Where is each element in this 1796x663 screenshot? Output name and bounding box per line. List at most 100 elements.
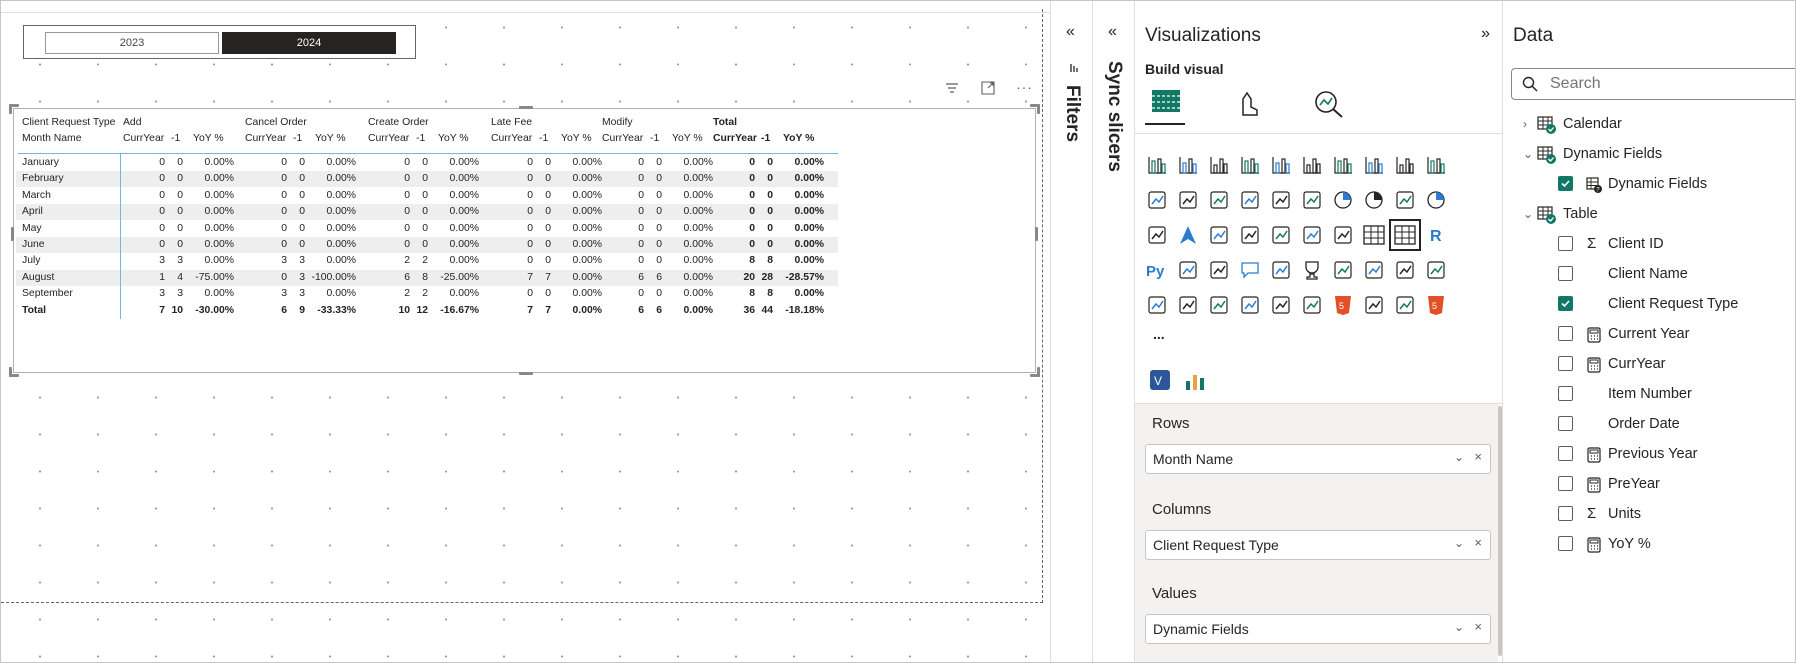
remove-field-icon[interactable]: × [1474, 449, 1482, 464]
pie-visual-icon[interactable] [1329, 186, 1357, 214]
rows-well[interactable]: Month Name ⌄ × [1145, 444, 1491, 474]
chevron-down-icon[interactable]: ⌄ [1523, 141, 1533, 167]
treemap-visual-icon[interactable] [1391, 186, 1419, 214]
stacked-bar-visual-icon[interactable] [1143, 151, 1171, 179]
collapse-filters-icon[interactable]: « [1066, 23, 1075, 41]
field-checkbox[interactable] [1558, 236, 1573, 251]
field-client-id[interactable]: Σ Client ID [1558, 231, 1788, 257]
html5-visual-icon[interactable]: 5 [1422, 291, 1450, 319]
analytics-icon[interactable] [1313, 89, 1345, 124]
chevron-down-icon[interactable]: ⌄ [1454, 620, 1464, 634]
resize-handle[interactable] [1035, 227, 1038, 241]
field-preyear[interactable]: PreYear [1558, 471, 1788, 497]
values-well[interactable]: Dynamic Fields ⌄ × [1145, 614, 1491, 644]
field-checkbox[interactable] [1558, 296, 1573, 311]
100-column-visual-icon[interactable] [1298, 151, 1326, 179]
gauge-visual-icon[interactable] [1205, 221, 1233, 249]
remove-field-icon[interactable]: × [1474, 535, 1482, 550]
field-checkbox[interactable] [1558, 446, 1573, 461]
chevron-down-icon[interactable]: ⌄ [1454, 536, 1464, 550]
area-visual-icon[interactable] [1360, 151, 1388, 179]
field-dynamic-fields[interactable]: ? Dynamic Fields [1558, 171, 1788, 197]
field-units[interactable]: Σ Units [1558, 501, 1788, 527]
field-yoy-[interactable]: YoY % [1558, 531, 1788, 557]
power-automate-visual-icon[interactable] [1391, 256, 1419, 284]
format-visual-icon[interactable] [1235, 89, 1265, 124]
more-visuals[interactable]: ... [1153, 326, 1165, 342]
custom-f-visual-icon[interactable] [1267, 291, 1295, 319]
field-checkbox[interactable] [1558, 176, 1573, 191]
multi-row-card-visual-icon[interactable] [1267, 221, 1295, 249]
custom-c-visual-icon[interactable] [1174, 291, 1202, 319]
get-more-visuals-icon[interactable] [1183, 369, 1207, 398]
resize-handle[interactable] [1037, 104, 1040, 114]
matrix-visual[interactable]: Client Request Type Month Name Add CurrYear… [9, 104, 1040, 377]
line-column-visual-icon[interactable] [1143, 186, 1171, 214]
line-visual-icon[interactable] [1329, 151, 1357, 179]
paginated-visual-icon[interactable] [1329, 256, 1357, 284]
donut-visual-icon[interactable] [1360, 186, 1388, 214]
remove-field-icon[interactable]: × [1474, 619, 1482, 634]
year-slicer[interactable]: 2023 2024 [23, 25, 416, 59]
qa-visual-icon[interactable] [1236, 256, 1264, 284]
table-dynamic-fields[interactable]: ⌄ Dynamic Fields [1523, 141, 1773, 167]
data-search-box[interactable] [1511, 68, 1795, 100]
100-area-visual-icon[interactable] [1422, 151, 1450, 179]
visio-visual-icon[interactable]: V [1147, 367, 1173, 398]
table-calendar[interactable]: › Calendar [1523, 111, 1773, 137]
field-checkbox[interactable] [1558, 266, 1573, 281]
python-visual-icon[interactable]: Py [1143, 256, 1171, 284]
decomposition-tree-visual-icon[interactable] [1205, 256, 1233, 284]
gantt-visual-icon[interactable] [1360, 291, 1388, 319]
custom-g-visual-icon[interactable] [1298, 291, 1326, 319]
table-visual-icon[interactable] [1360, 221, 1388, 249]
slicer-option-2024[interactable]: 2024 [222, 32, 396, 54]
key-influencers-visual-icon[interactable] [1174, 256, 1202, 284]
resize-handle[interactable] [1037, 367, 1040, 377]
custom-a-visual-icon[interactable] [1422, 256, 1450, 284]
azure-map-visual-icon[interactable] [1174, 221, 1202, 249]
chevron-down-icon[interactable]: ⌄ [1454, 450, 1464, 464]
report-canvas[interactable]: 2023 2024 ··· Client Request Type Month … [1, 1, 1050, 662]
custom-b-visual-icon[interactable] [1143, 291, 1171, 319]
resize-handle[interactable] [9, 367, 12, 377]
table-table[interactable]: ⌄ Table [1523, 201, 1773, 227]
network-visual-icon[interactable] [1391, 291, 1419, 319]
collapse-sync-icon[interactable]: « [1108, 23, 1117, 41]
power-apps-visual-icon[interactable] [1360, 256, 1388, 284]
clustered-bar-visual-icon[interactable] [1205, 151, 1233, 179]
resize-handle[interactable] [9, 104, 12, 114]
stacked-column-visual-icon[interactable] [1174, 151, 1202, 179]
html-visual-icon[interactable]: 5 [1329, 291, 1357, 319]
custom-e-visual-icon[interactable] [1236, 291, 1264, 319]
field-checkbox[interactable] [1558, 326, 1573, 341]
field-checkbox[interactable] [1558, 386, 1573, 401]
field-checkbox[interactable] [1558, 476, 1573, 491]
metrics-visual-icon[interactable] [1298, 256, 1326, 284]
filters-pane[interactable]: « Filters [1050, 1, 1092, 662]
matrix-visual-icon[interactable] [1389, 219, 1421, 251]
field-checkbox[interactable] [1558, 356, 1573, 371]
chevron-right-icon[interactable]: › [1523, 111, 1527, 137]
clustered-column-visual-icon[interactable] [1236, 151, 1264, 179]
columns-well[interactable]: Client Request Type ⌄ × [1145, 530, 1491, 560]
line-clustered-visual-icon[interactable] [1174, 186, 1202, 214]
build-visual-tab[interactable] [1145, 81, 1185, 125]
narrative-visual-icon[interactable] [1267, 256, 1295, 284]
focus-mode-icon[interactable] [981, 81, 995, 98]
filter-visual-icon[interactable] [945, 81, 959, 98]
field-client-request-type[interactable]: Client Request Type [1558, 291, 1788, 317]
field-order-date[interactable]: Order Date [1558, 411, 1788, 437]
waterfall-visual-icon[interactable] [1236, 186, 1264, 214]
field-previous-year[interactable]: Previous Year [1558, 441, 1788, 467]
field-checkbox[interactable] [1558, 506, 1573, 521]
resize-handle[interactable] [519, 106, 533, 109]
card-visual-icon[interactable] [1236, 221, 1264, 249]
filled-map-visual-icon[interactable] [1143, 221, 1171, 249]
field-checkbox[interactable] [1558, 416, 1573, 431]
slicer-option-2023[interactable]: 2023 [45, 32, 219, 54]
search-input[interactable] [1550, 73, 1790, 95]
funnel-visual-icon[interactable] [1267, 186, 1295, 214]
more-options-icon[interactable]: ··· [1016, 79, 1033, 95]
scatter-visual-icon[interactable] [1298, 186, 1326, 214]
